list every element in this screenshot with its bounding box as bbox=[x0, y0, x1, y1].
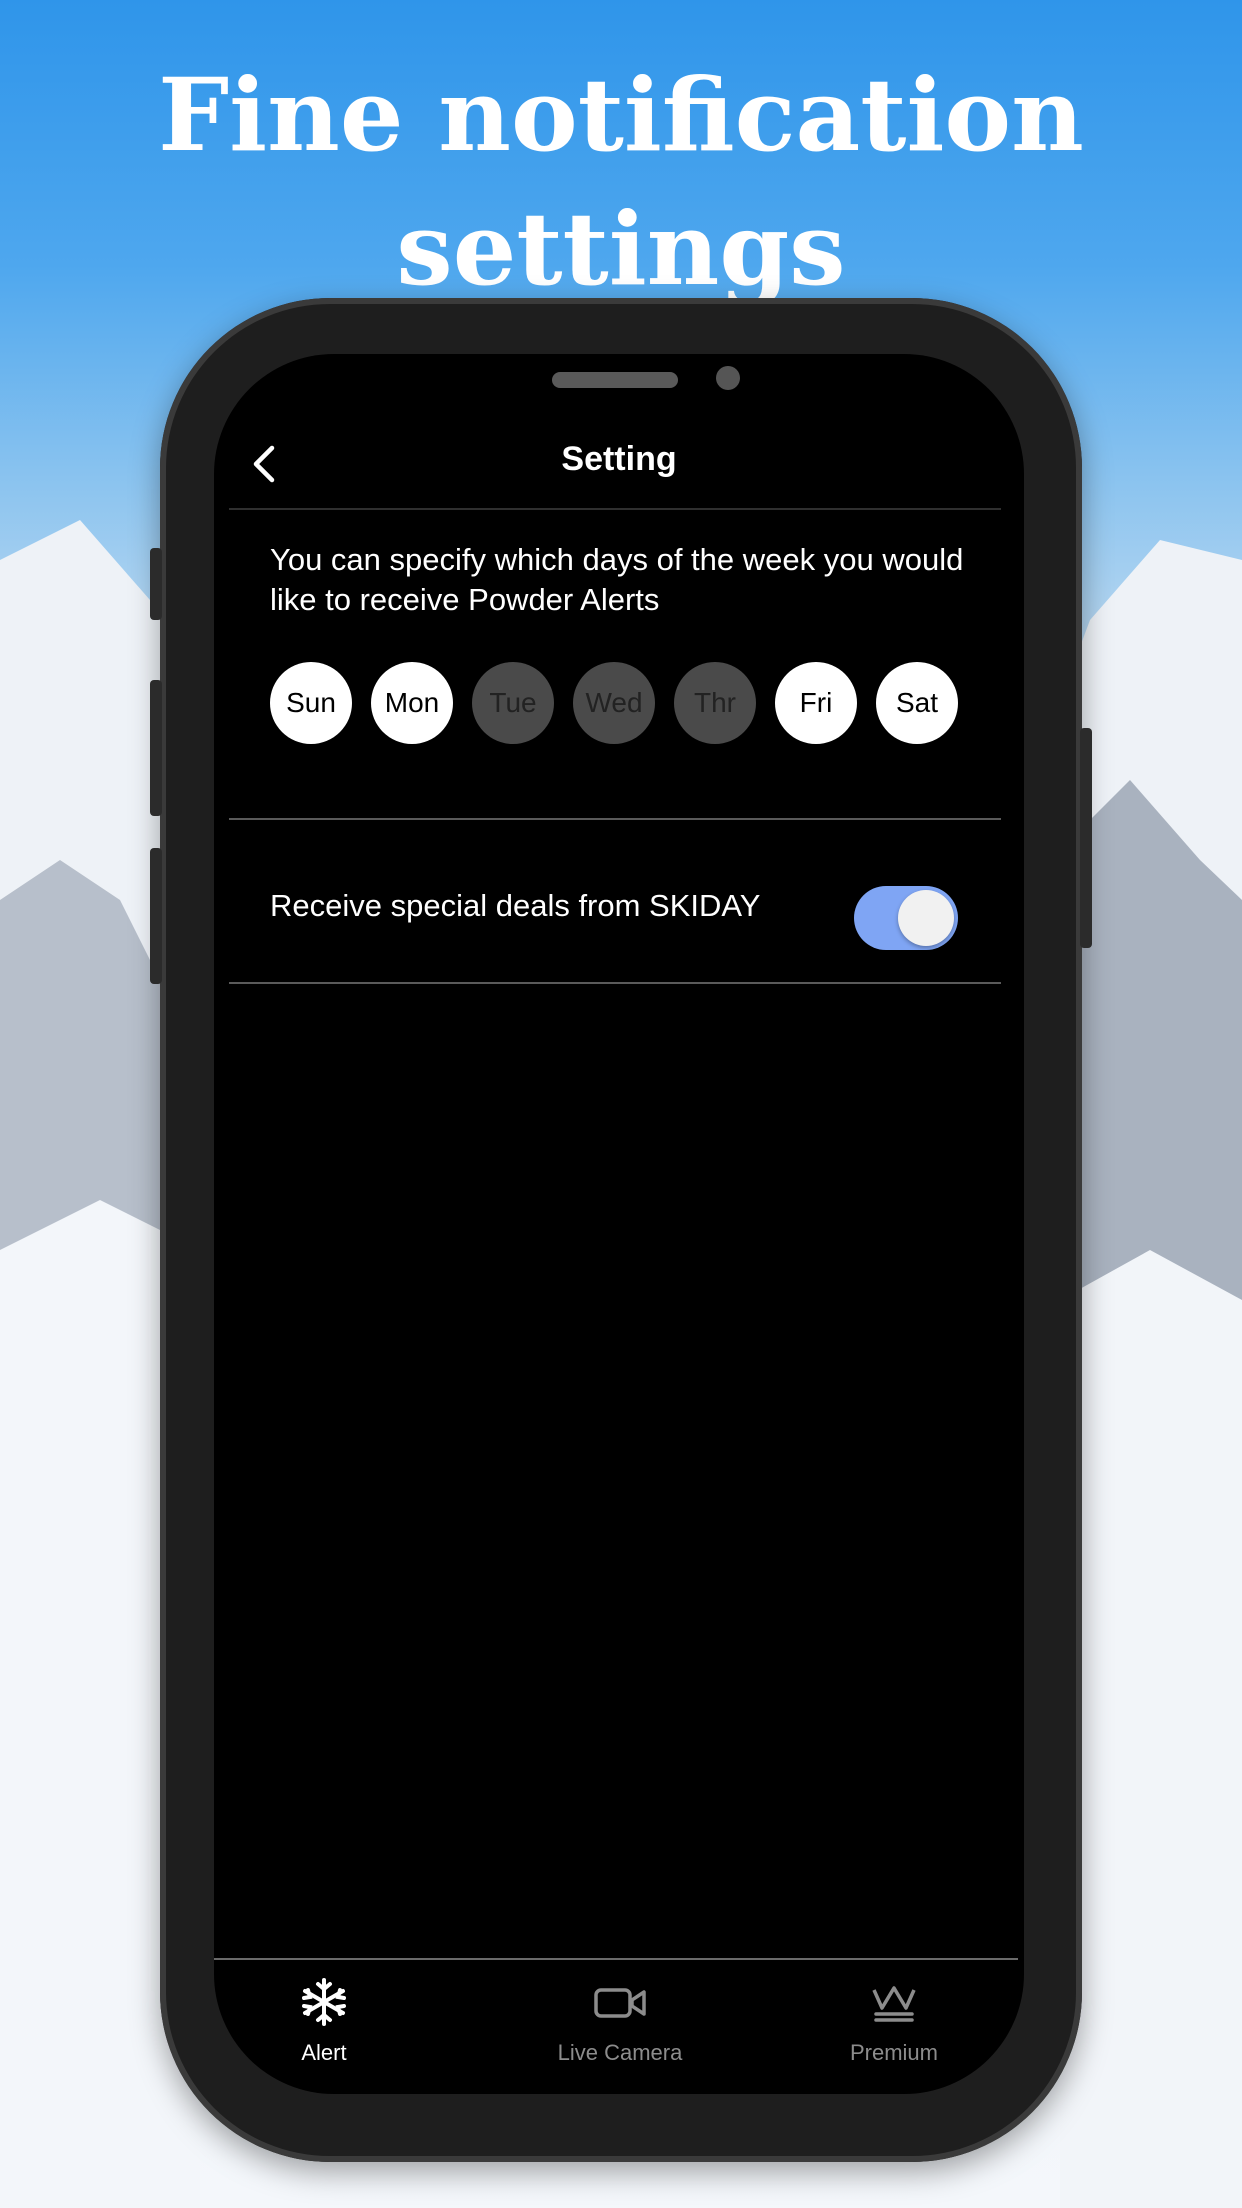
tab-premium[interactable]: Premium bbox=[784, 1958, 1004, 2078]
day-label: Sun bbox=[286, 687, 336, 718]
page-title: Setting bbox=[561, 440, 677, 478]
special-deals-toggle[interactable] bbox=[854, 886, 958, 950]
headline-line-1: Fine notification bbox=[158, 56, 1084, 174]
tab-label: Live Camera bbox=[557, 2040, 683, 2065]
snowflake-icon bbox=[302, 1978, 346, 2026]
weekday-selector: Sun Mon Tue Wed Thr Fri Sat bbox=[270, 662, 970, 746]
headline-line-2: settings bbox=[396, 190, 846, 308]
section-divider bbox=[229, 818, 1001, 820]
section-divider bbox=[229, 982, 1001, 984]
tab-live-camera[interactable]: Live Camera bbox=[510, 1958, 730, 2078]
toggle-knob bbox=[898, 890, 954, 946]
day-label: Wed bbox=[585, 687, 643, 718]
phone-camera bbox=[716, 366, 740, 390]
day-toggle-sat[interactable]: Sat bbox=[876, 662, 958, 744]
tab-alert[interactable]: Alert bbox=[214, 1958, 434, 2078]
day-label: Fri bbox=[799, 687, 833, 718]
phone-side-button-right bbox=[1080, 728, 1092, 948]
phone-side-button-left-1 bbox=[150, 548, 162, 620]
phone-side-button-left-3 bbox=[150, 848, 162, 984]
tab-bar: Alert Live Camera Premium bbox=[214, 1958, 1024, 2094]
phone-side-button-left-2 bbox=[150, 680, 162, 816]
powder-alert-description: You can specify which days of the week y… bbox=[270, 542, 964, 617]
tab-label: Premium bbox=[849, 2040, 938, 2065]
day-toggle-thr[interactable]: Thr bbox=[674, 662, 756, 744]
phone-speaker bbox=[552, 372, 678, 388]
day-toggle-fri[interactable]: Fri bbox=[775, 662, 857, 744]
video-camera-icon bbox=[594, 1988, 646, 2018]
nav-divider bbox=[229, 508, 1001, 510]
day-toggle-wed[interactable]: Wed bbox=[573, 662, 655, 744]
day-label: Sat bbox=[895, 687, 939, 718]
day-label: Mon bbox=[384, 687, 440, 718]
day-toggle-mon[interactable]: Mon bbox=[371, 662, 453, 744]
special-deals-label: Receive special deals from SKIDAY bbox=[270, 888, 761, 923]
day-label: Tue bbox=[489, 687, 537, 718]
marketing-headline: Fine notification settings bbox=[0, 48, 1242, 316]
crown-icon bbox=[872, 1986, 916, 2022]
day-toggle-sun[interactable]: Sun bbox=[270, 662, 352, 744]
day-label: Thr bbox=[694, 687, 736, 718]
day-toggle-tue[interactable]: Tue bbox=[472, 662, 554, 744]
tab-label: Alert bbox=[301, 2040, 347, 2065]
